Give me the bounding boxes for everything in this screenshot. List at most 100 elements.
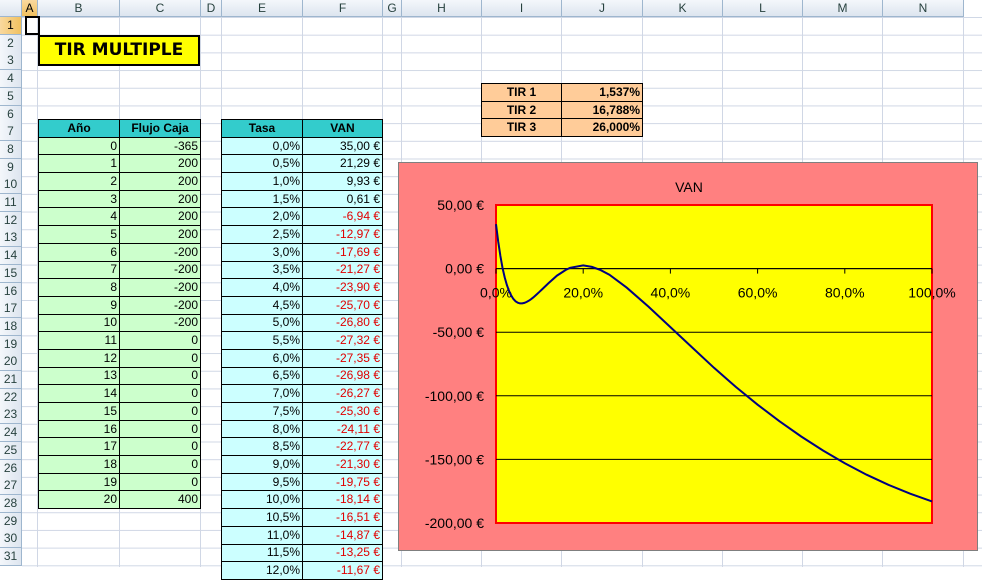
cash-flow-cell[interactable]: -200 (119, 295, 201, 315)
year-cell[interactable]: 7 (38, 260, 120, 280)
sheet-title[interactable]: TIR MULTIPLE (38, 35, 200, 66)
rate-cell[interactable]: 2,0% (221, 207, 303, 227)
row-header-14[interactable]: 14 (0, 247, 22, 266)
row-header-28[interactable]: 28 (0, 494, 22, 513)
van-cell[interactable]: -16,51 € (302, 508, 383, 527)
cash-flow-cell[interactable]: 400 (119, 490, 201, 510)
van-cell[interactable]: -13,25 € (302, 543, 383, 563)
cash-flow-cell[interactable]: 200 (119, 189, 201, 209)
rate-cell[interactable]: 4,0% (221, 278, 303, 297)
row-header-6[interactable]: 6 (0, 105, 22, 124)
rate-cell[interactable]: 10,5% (221, 508, 303, 527)
year-cell[interactable]: 3 (38, 189, 120, 209)
cash-flow-cell[interactable]: 0 (119, 384, 201, 403)
cash-flow-cell[interactable]: 200 (119, 207, 201, 227)
header-year[interactable]: Año (38, 119, 120, 138)
van-cell[interactable]: 21,29 € (302, 154, 383, 174)
row-header-5[interactable]: 5 (0, 87, 22, 106)
year-cell[interactable]: 5 (38, 225, 120, 244)
tir-value[interactable]: 16,788% (561, 100, 643, 120)
column-header-k[interactable]: K (643, 0, 723, 17)
column-header-n[interactable]: N (883, 0, 964, 17)
cash-flow-cell[interactable]: -365 (119, 136, 201, 156)
row-header-4[interactable]: 4 (0, 70, 22, 89)
year-cell[interactable]: 17 (38, 437, 120, 457)
cash-flow-cell[interactable]: 0 (119, 472, 201, 492)
rate-cell[interactable]: 11,5% (221, 543, 303, 563)
van-cell[interactable]: -14,87 € (302, 525, 383, 545)
van-cell[interactable]: -21,30 € (302, 455, 383, 474)
column-header-d[interactable]: D (201, 0, 222, 17)
van-cell[interactable]: -21,27 € (302, 260, 383, 280)
rate-cell[interactable]: 3,0% (221, 242, 303, 262)
rate-cell[interactable]: 3,5% (221, 260, 303, 280)
year-cell[interactable]: 4 (38, 207, 120, 227)
rate-cell[interactable]: 7,5% (221, 402, 303, 421)
van-cell[interactable]: -27,35 € (302, 348, 383, 368)
cash-flow-cell[interactable]: 0 (119, 455, 201, 474)
cash-flow-cell[interactable]: 200 (119, 225, 201, 244)
cash-flow-cell[interactable]: 200 (119, 172, 201, 191)
year-cell[interactable]: 8 (38, 278, 120, 297)
rate-cell[interactable]: 9,0% (221, 455, 303, 474)
row-header-16[interactable]: 16 (0, 282, 22, 301)
van-cell[interactable]: -11,67 € (302, 561, 383, 580)
year-cell[interactable]: 12 (38, 348, 120, 368)
column-header-j[interactable]: J (562, 0, 643, 17)
column-header-e[interactable]: E (222, 0, 303, 17)
row-header-21[interactable]: 21 (0, 371, 22, 389)
year-cell[interactable]: 13 (38, 366, 120, 386)
rate-cell[interactable]: 0,0% (221, 136, 303, 156)
column-header-f[interactable]: F (303, 0, 383, 17)
rate-cell[interactable]: 6,0% (221, 348, 303, 368)
cash-flow-cell[interactable]: 0 (119, 402, 201, 421)
tir-value[interactable]: 26,000% (561, 118, 643, 138)
row-header-27[interactable]: 27 (0, 477, 22, 496)
header-van[interactable]: VAN (302, 119, 383, 138)
tir-label[interactable]: TIR 3 (481, 118, 562, 138)
row-header-9[interactable]: 9 (0, 158, 22, 177)
rate-cell[interactable]: 5,0% (221, 313, 303, 333)
cash-flow-cell[interactable]: -200 (119, 313, 201, 333)
year-cell[interactable]: 11 (38, 331, 120, 350)
row-header-26[interactable]: 26 (0, 459, 22, 478)
column-header-c[interactable]: C (120, 0, 201, 17)
rate-cell[interactable]: 1,0% (221, 172, 303, 191)
year-cell[interactable]: 1 (38, 154, 120, 174)
cash-flow-cell[interactable]: 0 (119, 331, 201, 350)
header-cash-flow[interactable]: Flujo Caja (119, 119, 201, 138)
year-cell[interactable]: 18 (38, 455, 120, 474)
cash-flow-cell[interactable]: 0 (119, 366, 201, 386)
row-header-30[interactable]: 30 (0, 530, 22, 549)
row-header-8[interactable]: 8 (0, 140, 22, 159)
rate-cell[interactable]: 5,5% (221, 331, 303, 350)
row-header-13[interactable]: 13 (0, 229, 22, 248)
tir-label[interactable]: TIR 1 (481, 83, 562, 102)
row-header-20[interactable]: 20 (0, 353, 22, 372)
van-cell[interactable]: -26,80 € (302, 313, 383, 333)
row-header-31[interactable]: 31 (0, 548, 22, 566)
row-header-22[interactable]: 22 (0, 388, 22, 407)
van-cell[interactable]: -25,70 € (302, 295, 383, 315)
van-cell[interactable]: -26,98 € (302, 366, 383, 386)
van-cell[interactable]: -26,27 € (302, 384, 383, 403)
cash-flow-cell[interactable]: -200 (119, 242, 201, 262)
van-cell[interactable]: -27,32 € (302, 331, 383, 350)
row-header-29[interactable]: 29 (0, 512, 22, 531)
rate-cell[interactable]: 10,0% (221, 490, 303, 510)
rate-cell[interactable]: 11,0% (221, 525, 303, 545)
rate-cell[interactable]: 9,5% (221, 472, 303, 492)
active-cell-cursor[interactable] (25, 16, 40, 35)
year-cell[interactable]: 6 (38, 242, 120, 262)
column-header-l[interactable]: L (723, 0, 803, 17)
row-header-25[interactable]: 25 (0, 441, 22, 460)
cash-flow-cell[interactable]: -200 (119, 278, 201, 297)
van-cell[interactable]: -17,69 € (302, 242, 383, 262)
van-cell[interactable]: -19,75 € (302, 472, 383, 492)
select-all-corner[interactable] (0, 0, 22, 17)
row-header-10[interactable]: 10 (0, 176, 22, 195)
column-header-i[interactable]: I (482, 0, 562, 17)
rate-cell[interactable]: 6,5% (221, 366, 303, 386)
rate-cell[interactable]: 8,5% (221, 437, 303, 457)
cash-flow-cell[interactable]: 200 (119, 154, 201, 174)
